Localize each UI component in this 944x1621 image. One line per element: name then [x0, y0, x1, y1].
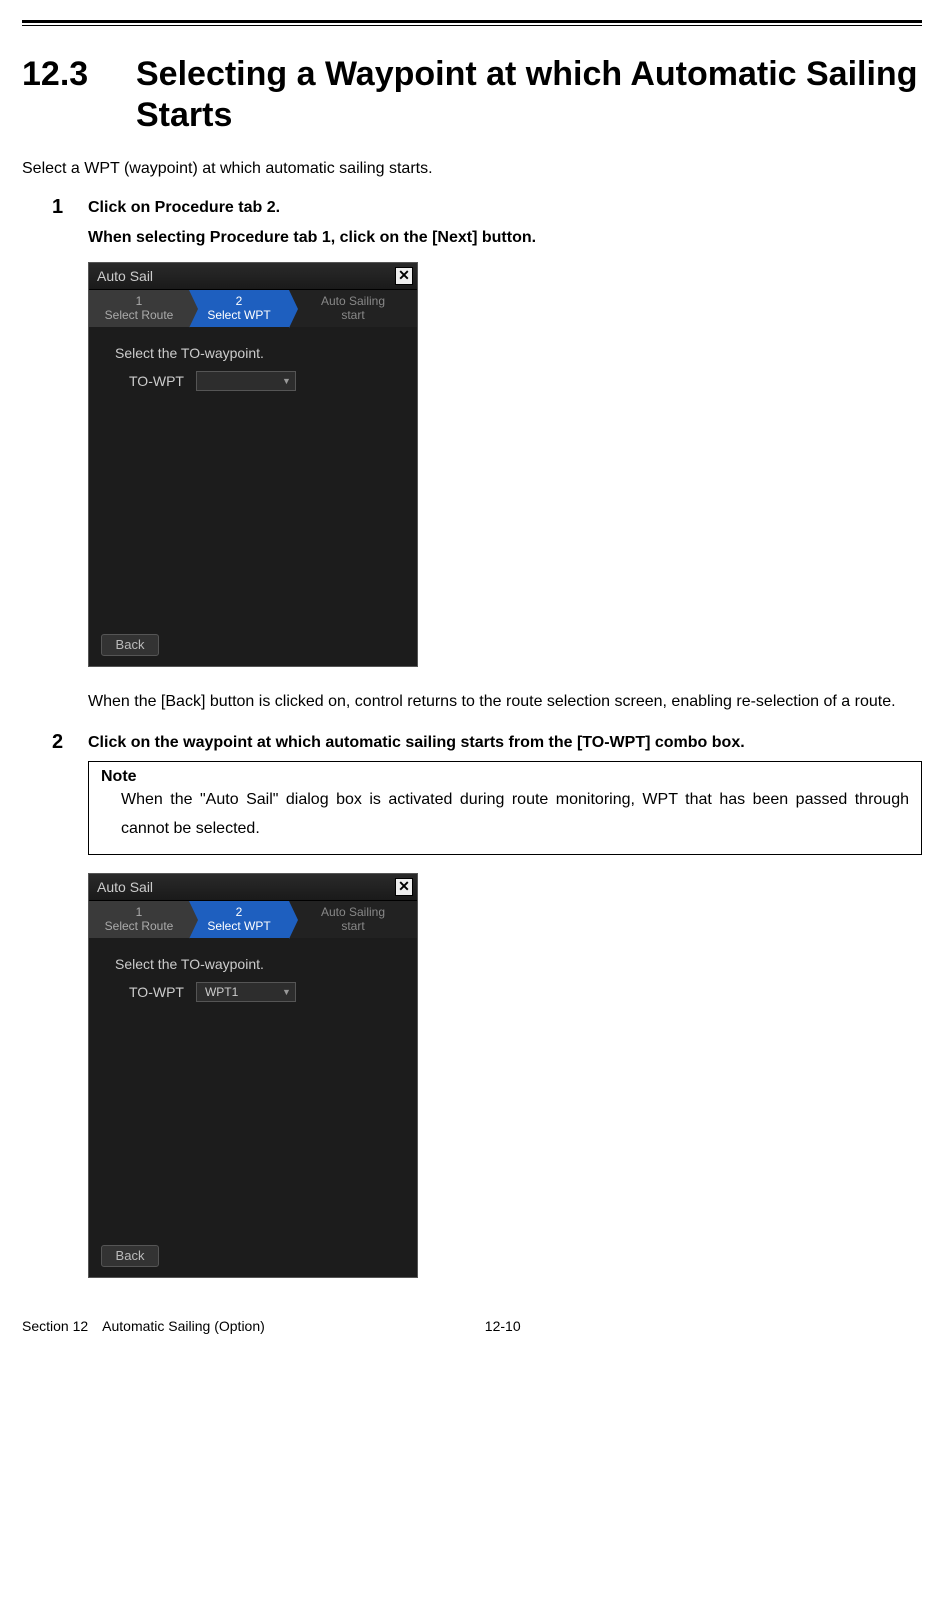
procedure-tabs-2: 1 Select Route 2 Select WPT Auto Sailing…	[89, 900, 417, 938]
tab1-label: Select Route	[105, 308, 174, 322]
back-button[interactable]: Back	[101, 634, 159, 656]
tab3-line2: start	[341, 919, 364, 933]
to-wpt-combo[interactable]: WPT1 ▼	[196, 982, 296, 1002]
footer-section: Section 12 Automatic Sailing (Option)	[22, 1318, 265, 1334]
to-wpt-label-2: TO-WPT	[129, 984, 184, 1000]
to-wpt-combo[interactable]: ▼	[196, 371, 296, 391]
auto-sail-dialog-2: Auto Sail ✕ 1 Select Route 2 Select WPT …	[88, 873, 418, 1278]
note-box: Note When the "Auto Sail" dialog box is …	[88, 761, 922, 855]
close-icon[interactable]: ✕	[395, 267, 413, 285]
tab2-num: 2	[236, 294, 243, 308]
tab2-num: 2	[236, 905, 243, 919]
dialog-titlebar-2: Auto Sail ✕	[89, 874, 417, 900]
section-number: 12.3	[22, 54, 112, 95]
note-title: Note	[101, 768, 909, 786]
back-button[interactable]: Back	[101, 1245, 159, 1267]
tab-auto-sailing-start: Auto Sailing start	[289, 901, 417, 938]
page-footer: Section 12 Automatic Sailing (Option) 12…	[22, 1318, 922, 1334]
tab3-line1: Auto Sailing	[321, 294, 385, 308]
tab1-label: Select Route	[105, 919, 174, 933]
step-2: 2 Click on the waypoint at which automat…	[52, 731, 922, 1278]
section-title: Selecting a Waypoint at which Automatic …	[136, 54, 922, 136]
tab3-line2: start	[341, 308, 364, 322]
dialog-prompt-2: Select the TO-waypoint.	[115, 956, 401, 972]
dialog-titlebar: Auto Sail ✕	[89, 263, 417, 289]
chevron-down-icon: ▼	[282, 987, 291, 997]
step-1-line2: When selecting Procedure tab 1, click on…	[88, 226, 922, 250]
tab3-line1: Auto Sailing	[321, 905, 385, 919]
procedure-tabs: 1 Select Route 2 Select WPT Auto Sailing…	[89, 289, 417, 327]
footer-page: 12-10	[485, 1318, 521, 1334]
tab2-label: Select WPT	[207, 919, 270, 933]
tab-select-wpt[interactable]: 2 Select WPT	[189, 290, 289, 327]
dialog-body: Select the TO-waypoint. TO-WPT ▼	[89, 327, 417, 403]
to-wpt-label: TO-WPT	[129, 373, 184, 389]
step-2-line1: Click on the waypoint at which automatic…	[88, 731, 745, 755]
dialog-title-2: Auto Sail	[97, 879, 153, 895]
auto-sail-dialog-1: Auto Sail ✕ 1 Select Route 2 Select WPT …	[88, 262, 418, 667]
tab-select-route[interactable]: 1 Select Route	[89, 901, 189, 938]
note-body: When the "Auto Sail" dialog box is activ…	[121, 786, 909, 844]
chevron-down-icon: ▼	[282, 376, 291, 386]
step-1-after: When the [Back] button is clicked on, co…	[88, 687, 922, 717]
step-2-number: 2	[52, 731, 72, 754]
section-heading: 12.3 Selecting a Waypoint at which Autom…	[22, 54, 922, 136]
tab1-num: 1	[136, 294, 143, 308]
dialog-prompt: Select the TO-waypoint.	[115, 345, 401, 361]
tab-select-route[interactable]: 1 Select Route	[89, 290, 189, 327]
step-1-line1: Click on Procedure tab 2.	[88, 196, 280, 220]
step-1-number: 1	[52, 196, 72, 219]
tab2-label: Select WPT	[207, 308, 270, 322]
close-icon[interactable]: ✕	[395, 878, 413, 896]
dialog-title: Auto Sail	[97, 268, 153, 284]
page-top-rule	[22, 20, 922, 26]
tab-auto-sailing-start: Auto Sailing start	[289, 290, 417, 327]
tab1-num: 1	[136, 905, 143, 919]
step-1: 1 Click on Procedure tab 2. When selecti…	[52, 196, 922, 717]
tab-select-wpt[interactable]: 2 Select WPT	[189, 901, 289, 938]
dialog-body-2: Select the TO-waypoint. TO-WPT WPT1 ▼	[89, 938, 417, 1014]
intro-text: Select a WPT (waypoint) at which automat…	[22, 160, 922, 178]
combo-value-wpt1: WPT1	[205, 985, 238, 999]
